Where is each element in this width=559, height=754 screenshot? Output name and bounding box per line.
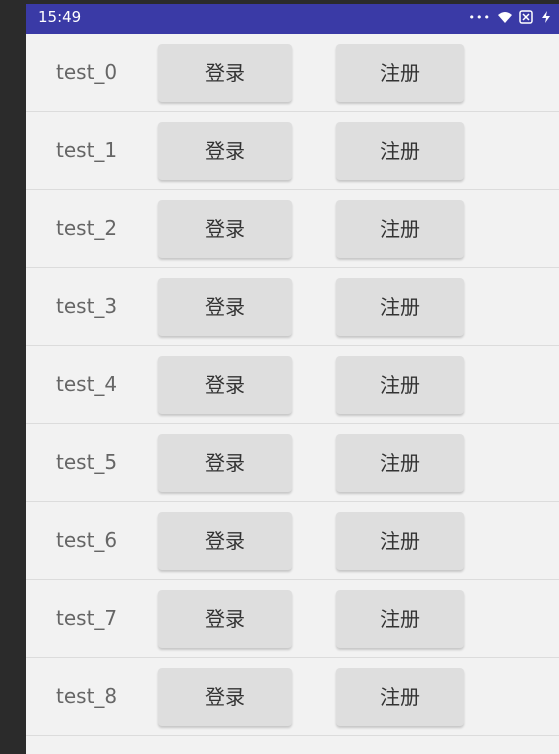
item-label: test_6 [56, 528, 118, 552]
list-item: test_6 登录 注册 [26, 502, 559, 580]
register-button[interactable]: 注册 [336, 200, 464, 258]
wifi-icon [497, 10, 513, 24]
register-button[interactable]: 注册 [336, 278, 464, 336]
list-item: test_5 登录 注册 [26, 424, 559, 502]
item-label: test_5 [56, 450, 118, 474]
login-button[interactable]: 登录 [158, 668, 292, 726]
login-button[interactable]: 登录 [158, 122, 292, 180]
register-button[interactable]: 注册 [336, 590, 464, 648]
login-button[interactable]: 登录 [158, 44, 292, 102]
list-item: test_7 登录 注册 [26, 580, 559, 658]
login-button[interactable]: 登录 [158, 200, 292, 258]
status-icons: ••• [469, 10, 553, 24]
register-button[interactable]: 注册 [336, 356, 464, 414]
register-button[interactable]: 注册 [336, 44, 464, 102]
list-item: test_0 登录 注册 [26, 34, 559, 112]
register-button[interactable]: 注册 [336, 668, 464, 726]
item-label: test_2 [56, 216, 118, 240]
item-label: test_1 [56, 138, 118, 162]
login-button[interactable]: 登录 [158, 278, 292, 336]
more-dots-icon: ••• [468, 10, 491, 24]
list-item: test_1 登录 注册 [26, 112, 559, 190]
item-list: test_0 登录 注册 test_1 登录 注册 test_2 登录 注册 t… [26, 34, 559, 736]
list-item: test_4 登录 注册 [26, 346, 559, 424]
login-button[interactable]: 登录 [158, 356, 292, 414]
list-item: test_8 登录 注册 [26, 658, 559, 736]
item-label: test_3 [56, 294, 118, 318]
register-button[interactable]: 注册 [336, 512, 464, 570]
list-item: test_3 登录 注册 [26, 268, 559, 346]
login-button[interactable]: 登录 [158, 434, 292, 492]
item-label: test_8 [56, 684, 118, 708]
device-frame: 15:49 ••• test_0 登录 注册 test_1 登录 注册 test… [0, 0, 559, 754]
login-button[interactable]: 登录 [158, 590, 292, 648]
sim-icon [519, 10, 533, 24]
status-time: 15:49 [38, 8, 82, 26]
register-button[interactable]: 注册 [336, 434, 464, 492]
item-label: test_0 [56, 60, 118, 84]
status-bar: 15:49 ••• [26, 4, 559, 34]
list-item: test_2 登录 注册 [26, 190, 559, 268]
item-label: test_7 [56, 606, 118, 630]
login-button[interactable]: 登录 [158, 512, 292, 570]
phone-screen: 15:49 ••• test_0 登录 注册 test_1 登录 注册 test… [26, 4, 559, 754]
battery-icon [539, 10, 553, 24]
register-button[interactable]: 注册 [336, 122, 464, 180]
item-label: test_4 [56, 372, 118, 396]
